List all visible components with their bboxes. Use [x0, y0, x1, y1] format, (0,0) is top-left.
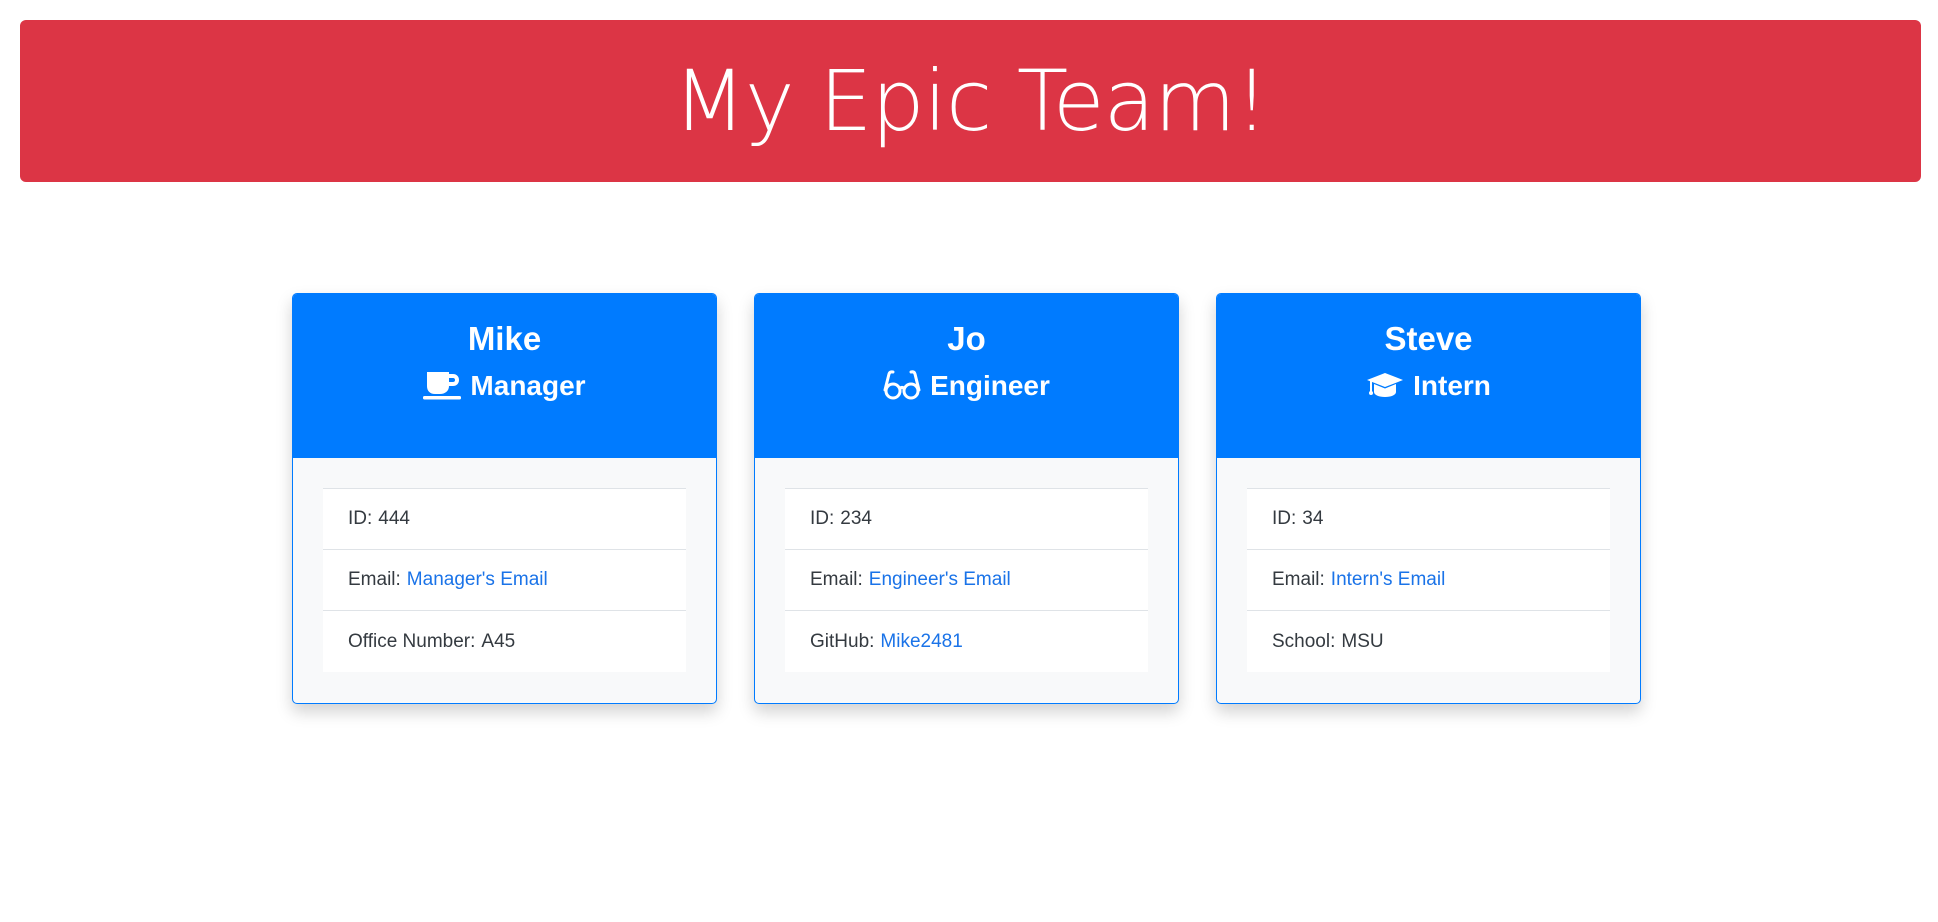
- details-list: ID: 444 Email: Manager's Email Office Nu…: [323, 488, 686, 672]
- card-body: ID: 234 Email: Engineer's Email GitHub: …: [755, 458, 1178, 702]
- coffee-icon: [423, 370, 462, 400]
- page: My Epic Team! Mike Manager ID: 444 Email…: [0, 0, 1938, 922]
- email-label: Email:: [1272, 569, 1325, 590]
- email-link[interactable]: Engineer's Email: [869, 569, 1011, 591]
- id-value: 234: [840, 508, 872, 529]
- email-label: Email:: [348, 569, 401, 590]
- email-link[interactable]: Intern's Email: [1331, 569, 1446, 591]
- glasses-icon: [883, 370, 921, 400]
- role-label: Intern: [1413, 369, 1491, 401]
- details-list: ID: 234 Email: Engineer's Email GitHub: …: [785, 488, 1148, 672]
- list-item-github: GitHub: Mike2481: [785, 611, 1148, 672]
- list-item-email: Email: Manager's Email: [323, 550, 686, 611]
- id-value: 34: [1302, 508, 1324, 529]
- email-link[interactable]: Manager's Email: [407, 569, 548, 591]
- card-header: Mike Manager: [293, 294, 716, 458]
- email-label: Email:: [810, 569, 863, 590]
- list-item-email: Email: Intern's Email: [1247, 550, 1610, 611]
- employee-role: Manager: [293, 369, 716, 403]
- employee-card-manager: Mike Manager ID: 444 Email: Manager's Em…: [292, 293, 717, 704]
- role-label: Manager: [470, 369, 586, 401]
- list-item-id: ID: 444: [323, 489, 686, 550]
- header-banner: My Epic Team!: [20, 20, 1921, 182]
- office-number-value: A45: [481, 630, 516, 652]
- employee-card-intern: Steve Intern ID: 34 Email: Intern's Emai…: [1216, 293, 1641, 704]
- list-item-office-number: Office Number: A45: [323, 611, 686, 672]
- card-body: ID: 34 Email: Intern's Email School: MSU: [1217, 458, 1640, 702]
- page-title: My Epic Team!: [673, 52, 1268, 150]
- github-link[interactable]: Mike2481: [880, 631, 962, 653]
- employee-name: Mike: [467, 320, 542, 357]
- card-header: Jo Engineer: [755, 294, 1178, 458]
- list-item-id: ID: 234: [785, 489, 1148, 550]
- employee-name: Jo: [947, 320, 986, 357]
- card-body: ID: 444 Email: Manager's Email Office Nu…: [293, 458, 716, 702]
- employee-name: Steve: [1384, 320, 1473, 357]
- id-value: 444: [378, 508, 410, 529]
- list-item-id: ID: 34: [1247, 489, 1610, 550]
- id-label: ID:: [348, 508, 373, 529]
- graduation-cap-icon: [1366, 370, 1404, 400]
- id-label: ID:: [810, 508, 835, 529]
- details-list: ID: 34 Email: Intern's Email School: MSU: [1247, 488, 1610, 672]
- list-item-email: Email: Engineer's Email: [785, 550, 1148, 611]
- card-header: Steve Intern: [1217, 294, 1640, 458]
- school-value: MSU: [1341, 630, 1384, 652]
- id-label: ID:: [1272, 508, 1297, 529]
- employee-role: Engineer: [755, 369, 1178, 403]
- employee-card-engineer: Jo Engineer ID: 234 Email: Engineer's Em…: [754, 293, 1179, 704]
- github-label: GitHub:: [810, 630, 875, 652]
- team-cards: Mike Manager ID: 444 Email: Manager's Em…: [292, 293, 1641, 704]
- role-label: Engineer: [930, 369, 1050, 401]
- office-number-label: Office Number:: [348, 630, 476, 652]
- school-label: School:: [1272, 630, 1336, 652]
- list-item-school: School: MSU: [1247, 611, 1610, 672]
- employee-role: Intern: [1217, 369, 1640, 403]
